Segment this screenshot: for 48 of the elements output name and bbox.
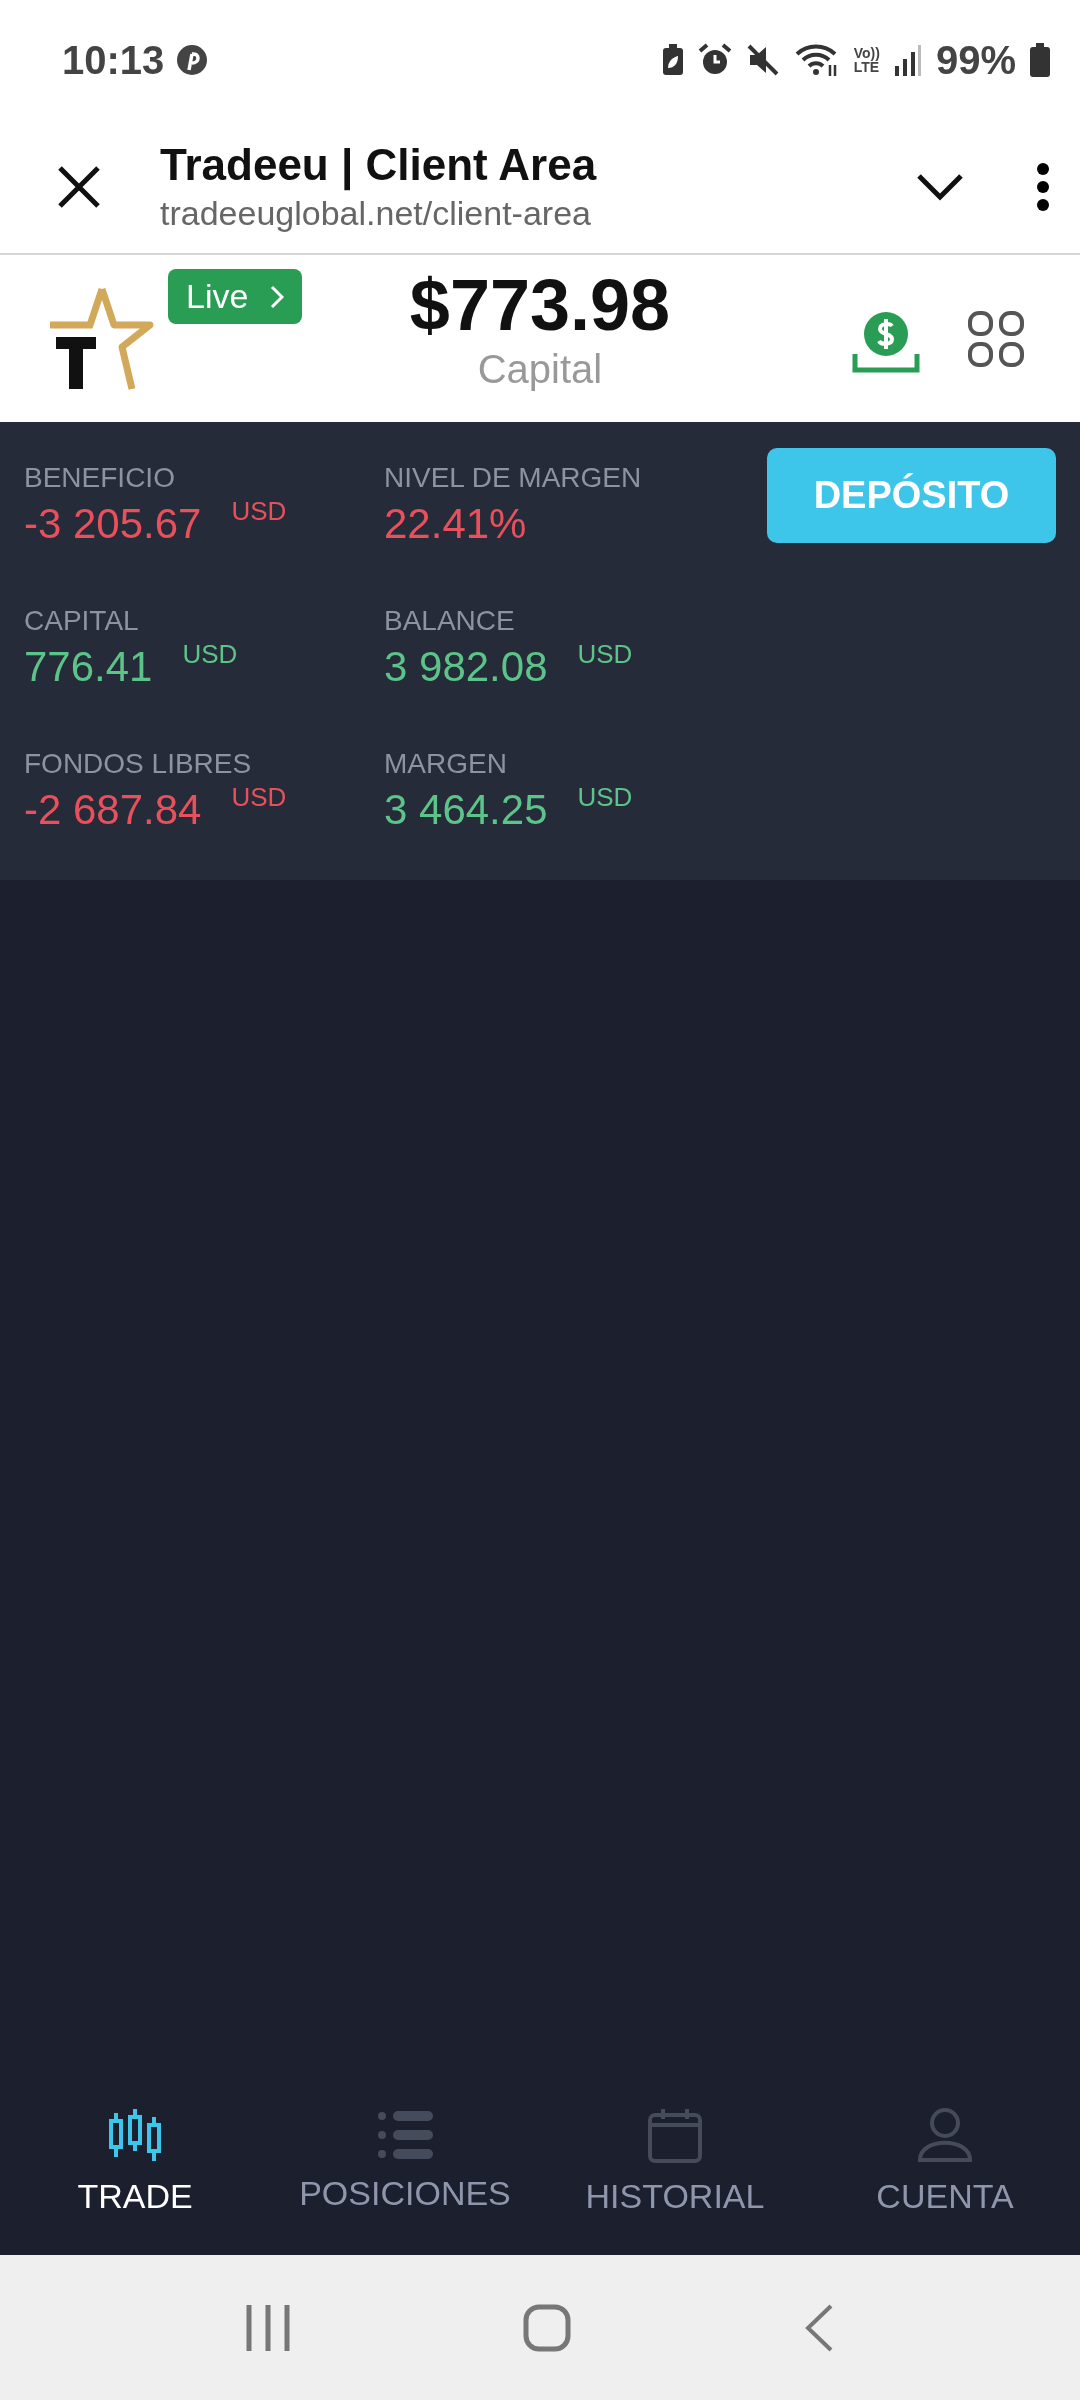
page-url: tradeeuglobal.net/client-area <box>160 194 592 233</box>
stat-value: 3 982.08 <box>384 643 548 691</box>
currency-unit: USD <box>577 782 633 813</box>
currency-unit: USD <box>182 639 238 670</box>
stat-label: MARGEN <box>384 748 508 780</box>
stat-label: NIVEL DE MARGEN <box>384 462 643 494</box>
stat-value: 22.41% <box>384 500 527 548</box>
stat-label: BENEFICIO <box>24 462 176 494</box>
stat-label: CAPITAL <box>24 605 140 637</box>
page-title: Tradeeu | Client Area <box>160 140 598 190</box>
apps-grid-button[interactable] <box>968 311 1024 367</box>
chevron-down-button[interactable] <box>916 172 964 201</box>
stat-label: BALANCE <box>384 605 516 637</box>
stat-value: -3 205.67 <box>24 500 202 548</box>
stat-value: 776.41 <box>24 643 153 691</box>
nav-tab[interactable]: CUENTA <box>810 2080 1080 2255</box>
alarm-icon <box>697 43 732 77</box>
mute-icon <box>745 43 780 77</box>
stat-value: -2 687.84 <box>24 786 202 834</box>
calendar-icon <box>648 2107 702 2163</box>
person-icon <box>917 2107 973 2163</box>
currency-unit: USD <box>231 782 287 813</box>
signal-icon <box>893 44 922 76</box>
more-options-button[interactable] <box>1036 161 1050 212</box>
list-icon <box>377 2110 433 2160</box>
candlestick-icon <box>107 2107 163 2163</box>
currency-unit: USD <box>577 639 633 670</box>
live-badge[interactable]: Live <box>168 269 303 324</box>
nav-tab[interactable]: HISTORIAL <box>540 2080 810 2255</box>
home-button[interactable] <box>523 2303 571 2352</box>
nav-tab[interactable]: POSICIONES <box>270 2080 540 2255</box>
close-button[interactable] <box>56 163 102 210</box>
currency-unit: USD <box>231 496 287 527</box>
battery-saver-icon <box>661 44 684 76</box>
stat-value: 3 464.25 <box>384 786 548 834</box>
notification-icon <box>176 44 209 76</box>
lte-label: LTE <box>853 60 880 74</box>
deposit-money-button[interactable] <box>852 310 920 374</box>
clock-time: 10:13 <box>62 37 165 83</box>
nav-tab[interactable]: TRADE <box>0 2080 270 2255</box>
recent-apps-button[interactable] <box>246 2304 291 2351</box>
stat-label: FONDOS LIBRES <box>24 748 253 780</box>
battery-percent: 99% <box>935 37 1016 83</box>
battery-icon <box>1030 43 1050 77</box>
back-button[interactable] <box>803 2303 834 2352</box>
capital-label: Capital <box>477 347 603 392</box>
capital-amount: $773.98 <box>409 269 671 341</box>
volte-label: Vo)) <box>853 46 880 60</box>
